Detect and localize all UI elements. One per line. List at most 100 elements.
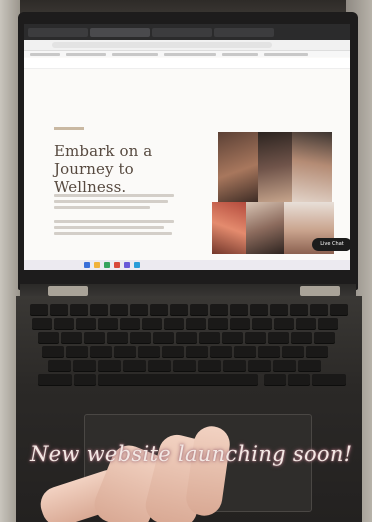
keyboard-key bbox=[38, 332, 59, 343]
bookmark bbox=[164, 53, 216, 56]
hero-eyebrow bbox=[54, 127, 84, 130]
taskbar-app-icon bbox=[104, 262, 110, 268]
keyboard-key bbox=[173, 360, 196, 371]
keyboard-key bbox=[138, 346, 160, 357]
browser-tab bbox=[28, 28, 88, 37]
keyboard-key bbox=[270, 304, 288, 315]
keyboard-key bbox=[282, 346, 304, 357]
keyboard bbox=[28, 304, 350, 400]
keyboard-key bbox=[310, 304, 328, 315]
collage-photo bbox=[292, 132, 332, 202]
keyboard-key bbox=[198, 360, 221, 371]
keyboard-key bbox=[234, 346, 256, 357]
bookmark bbox=[264, 53, 308, 56]
taskbar-app-icon bbox=[114, 262, 120, 268]
hero-photo-collage bbox=[212, 132, 346, 254]
live-chat-button[interactable]: Live Chat bbox=[312, 238, 350, 251]
taskbar-app-icon bbox=[84, 262, 90, 268]
bookmark bbox=[66, 53, 106, 56]
keyboard-key bbox=[76, 318, 96, 329]
taskbar-app-icon bbox=[124, 262, 130, 268]
keyboard-key bbox=[73, 360, 96, 371]
keyboard-key bbox=[120, 318, 140, 329]
address-bar bbox=[52, 42, 272, 48]
keyboard-key bbox=[176, 332, 197, 343]
browser-tab-bar bbox=[24, 24, 350, 40]
keyboard-key bbox=[148, 360, 171, 371]
keyboard-key bbox=[298, 360, 321, 371]
keyboard-key bbox=[290, 304, 308, 315]
taskbar-app-icon bbox=[134, 262, 140, 268]
address-bar-row bbox=[24, 40, 350, 51]
keyboard-key bbox=[110, 304, 128, 315]
keyboard-key bbox=[199, 332, 220, 343]
hinge-right bbox=[300, 286, 340, 296]
keyboard-key bbox=[252, 318, 272, 329]
keyboard-key bbox=[222, 332, 243, 343]
laptop-screen: Embark on a Journey to Wellness. Live Ch… bbox=[24, 24, 350, 270]
keyboard-key bbox=[314, 332, 335, 343]
keyboard-key bbox=[107, 332, 128, 343]
keyboard-key bbox=[223, 360, 246, 371]
keyboard-key bbox=[150, 304, 168, 315]
keyboard-key bbox=[84, 332, 105, 343]
keyboard-key bbox=[164, 318, 184, 329]
keyboard-key bbox=[130, 332, 151, 343]
keyboard-key bbox=[274, 318, 294, 329]
browser-tab bbox=[214, 28, 274, 37]
bookmark bbox=[222, 53, 258, 56]
keyboard-key bbox=[264, 374, 286, 385]
keyboard-key bbox=[142, 318, 162, 329]
keyboard-key bbox=[42, 346, 64, 357]
collage-photo bbox=[212, 202, 246, 254]
hero-paragraph-line bbox=[54, 200, 168, 203]
keyboard-key bbox=[186, 318, 206, 329]
keyboard-key bbox=[114, 346, 136, 357]
taskbar-app-icon bbox=[94, 262, 100, 268]
keyboard-key bbox=[90, 346, 112, 357]
hero-paragraph-line bbox=[54, 232, 172, 235]
collage-photo bbox=[218, 132, 258, 202]
keyboard-key bbox=[306, 346, 328, 357]
hero-title: Embark on a Journey to Wellness. bbox=[54, 142, 153, 196]
keyboard-key bbox=[90, 304, 108, 315]
keyboard-key bbox=[170, 304, 188, 315]
keyboard-key bbox=[210, 304, 228, 315]
keyboard-key bbox=[245, 332, 266, 343]
browser-tab bbox=[152, 28, 212, 37]
keyboard-key bbox=[66, 346, 88, 357]
keyboard-key bbox=[153, 332, 174, 343]
keyboard-key bbox=[48, 360, 71, 371]
hero-paragraph-line bbox=[54, 220, 174, 223]
keyboard-key bbox=[74, 374, 96, 385]
keyboard-key bbox=[230, 304, 248, 315]
keyboard-key bbox=[330, 304, 348, 315]
overlay-caption: New website launching soon! bbox=[30, 442, 353, 466]
keyboard-key bbox=[258, 346, 280, 357]
keyboard-key bbox=[98, 360, 121, 371]
bookmark bbox=[30, 53, 60, 56]
hero-paragraph-line bbox=[54, 194, 174, 197]
bookmark bbox=[112, 53, 158, 56]
keyboard-key bbox=[98, 318, 118, 329]
keyboard-key bbox=[130, 304, 148, 315]
site-header bbox=[24, 58, 350, 69]
keyboard-key bbox=[248, 360, 271, 371]
os-taskbar bbox=[24, 260, 350, 270]
keyboard-key bbox=[210, 346, 232, 357]
keyboard-key bbox=[312, 374, 346, 385]
bookmarks-bar bbox=[24, 51, 350, 57]
photo-background: Embark on a Journey to Wellness. Live Ch… bbox=[0, 0, 372, 522]
keyboard-key bbox=[186, 346, 208, 357]
keyboard-key bbox=[268, 332, 289, 343]
keyboard-key bbox=[296, 318, 316, 329]
keyboard-key bbox=[123, 360, 146, 371]
keyboard-key bbox=[61, 332, 82, 343]
keyboard-key bbox=[38, 374, 72, 385]
keyboard-key bbox=[291, 332, 312, 343]
keyboard-key bbox=[190, 304, 208, 315]
keyboard-key bbox=[318, 318, 338, 329]
keyboard-key bbox=[50, 304, 68, 315]
keyboard-key bbox=[54, 318, 74, 329]
hinge-left bbox=[48, 286, 88, 296]
